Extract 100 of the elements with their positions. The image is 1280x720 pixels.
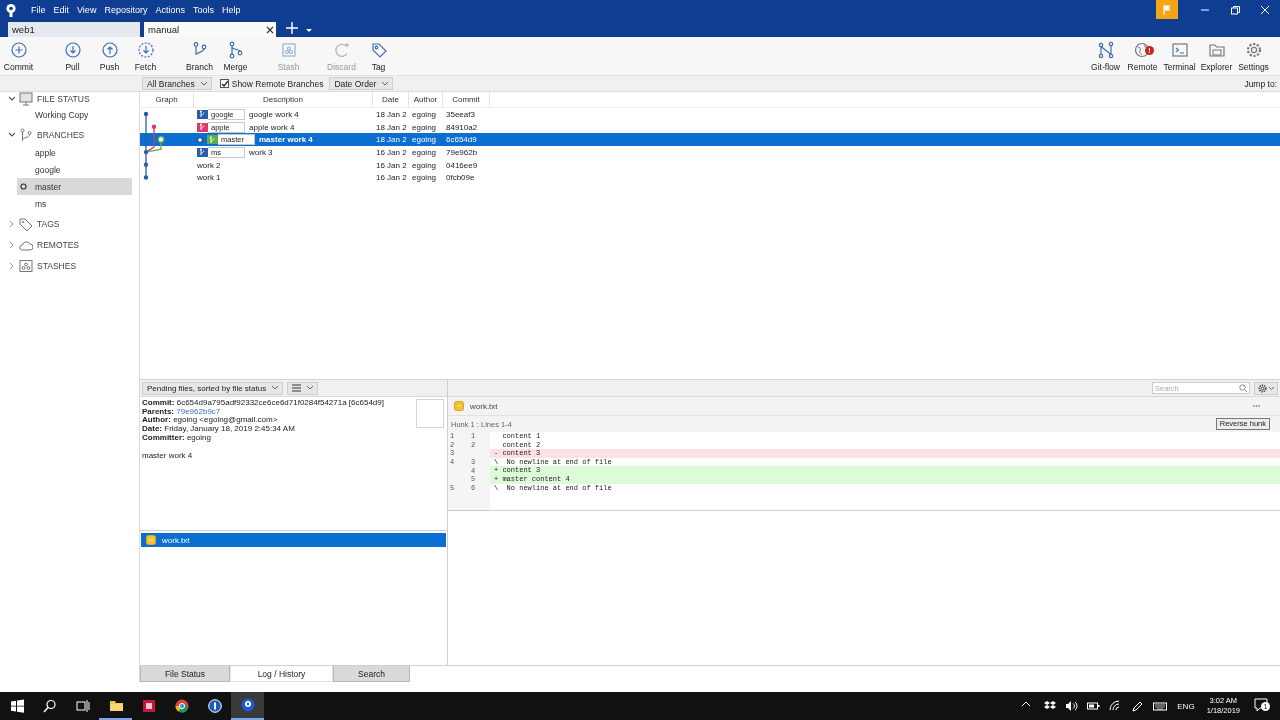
sort-order-dropdown[interactable]: Date Order bbox=[329, 77, 394, 90]
branch-filter-dropdown[interactable]: All Branches bbox=[142, 77, 212, 90]
flag-icon bbox=[1161, 3, 1173, 16]
menu-item[interactable]: Help bbox=[217, 4, 245, 15]
volume-icon[interactable] bbox=[1065, 700, 1080, 712]
author-cell-text: egoing bbox=[411, 122, 438, 132]
toolbar-button[interactable]: Commit bbox=[0, 40, 37, 72]
sidebar-section-header[interactable]: BRANCHES bbox=[37, 130, 85, 140]
toolbar-button[interactable]: Branch bbox=[181, 40, 218, 72]
close-icon[interactable] bbox=[266, 25, 274, 34]
toolbar-button[interactable]: Tag bbox=[360, 40, 397, 72]
view-mode-dropdown[interactable] bbox=[287, 381, 319, 395]
chevron-right-icon[interactable] bbox=[7, 220, 15, 228]
column-header[interactable]: Description bbox=[194, 92, 373, 107]
cloud-icon bbox=[19, 238, 33, 252]
settings-dropdown[interactable] bbox=[1254, 381, 1278, 395]
commit-row[interactable]: work 1 16 Jan 2 egoing 0fcb09e bbox=[140, 171, 1280, 185]
column-header[interactable]: Graph bbox=[140, 92, 194, 107]
menu-item[interactable]: Tools bbox=[188, 4, 218, 15]
input-language-indicator[interactable]: ENG bbox=[1177, 701, 1195, 711]
toolbar-button[interactable]: Settings bbox=[1235, 40, 1272, 72]
sidebar-item[interactable]: ms bbox=[17, 195, 132, 212]
commit-hash-cell-text: 0416ee9 bbox=[445, 160, 479, 170]
undo-arrow-icon bbox=[332, 40, 351, 59]
sidebar-item[interactable]: apple bbox=[17, 144, 132, 161]
arrow-down-circle-icon bbox=[63, 40, 82, 59]
sidebar-section-header[interactable]: FILE STATUS bbox=[37, 94, 90, 104]
view-tab[interactable]: Search bbox=[333, 666, 410, 682]
commit-graph-drawing bbox=[143, 111, 165, 181]
commit-info-line: Committer: egoing bbox=[142, 433, 211, 443]
password-manager-icon[interactable] bbox=[207, 699, 222, 713]
jump-to-label: Jump to: bbox=[1244, 78, 1277, 89]
list-icon bbox=[292, 384, 302, 392]
caret-icon[interactable] bbox=[306, 29, 312, 32]
keyboard-icon[interactable] bbox=[1153, 700, 1168, 712]
commit-hash-cell-text: 0fcb09e bbox=[445, 173, 476, 183]
tag-icon bbox=[19, 217, 33, 231]
notification-icon[interactable] bbox=[1254, 698, 1268, 712]
column-header[interactable]: Commit bbox=[443, 92, 490, 107]
commit-hash-cell-text: 79e962b bbox=[445, 147, 479, 157]
toolbar-button[interactable]: Push bbox=[91, 40, 128, 72]
search-icon[interactable] bbox=[42, 699, 57, 713]
chevron-down-icon[interactable] bbox=[7, 95, 15, 103]
menu-item[interactable]: Actions bbox=[151, 4, 189, 15]
menu-item[interactable]: Repository bbox=[100, 4, 152, 15]
toolbar-button[interactable]: Terminal bbox=[1161, 40, 1198, 72]
sidebar-item[interactable]: master bbox=[17, 178, 132, 195]
column-header[interactable]: Date bbox=[373, 92, 409, 107]
commit-description: google work 4 bbox=[249, 109, 299, 119]
chevron-down-icon[interactable] bbox=[7, 131, 15, 139]
start-icon[interactable] bbox=[9, 699, 24, 713]
toolbar-button[interactable]: Pull bbox=[54, 40, 91, 72]
repo-tab[interactable]: web1 bbox=[8, 22, 140, 37]
restore-icon[interactable] bbox=[1230, 4, 1240, 15]
dropbox-icon[interactable] bbox=[1043, 700, 1058, 712]
commit-info-line: Date: Friday, January 18, 2019 2:45:34 AM bbox=[142, 425, 296, 434]
commit-info-line: Commit: 6c654d9a795adf92332ce6ce6d71f0284f54271a [6c654d9] bbox=[142, 399, 385, 408]
caret-icon bbox=[307, 386, 314, 390]
commit-info-line: Parents: 79e962b9c7 bbox=[142, 407, 222, 417]
commit-description: work 3 bbox=[249, 147, 273, 157]
add-icon[interactable] bbox=[286, 22, 298, 34]
menu-item[interactable]: Edit bbox=[49, 4, 74, 15]
app-square-icon[interactable] bbox=[141, 699, 156, 713]
sidebar-section-header[interactable]: TAGS bbox=[37, 219, 60, 229]
caret-icon bbox=[382, 81, 389, 86]
column-header[interactable]: Author bbox=[409, 92, 443, 107]
file-sort-dropdown[interactable]: Pending files, sorted by file status bbox=[142, 381, 284, 395]
browser-icon[interactable] bbox=[174, 699, 189, 713]
terminal-icon bbox=[1170, 40, 1189, 59]
parent-commit-link[interactable]: 79e962b9c7 bbox=[176, 406, 221, 416]
chevron-right-icon[interactable] bbox=[7, 262, 15, 270]
app-logo-icon[interactable] bbox=[240, 698, 255, 712]
toolbar-button[interactable]: Fetch bbox=[127, 40, 164, 72]
monitor-icon bbox=[19, 92, 33, 106]
sidebar-item[interactable]: google bbox=[17, 161, 132, 178]
commit-row[interactable]: work 2 16 Jan 2 egoing 0416ee9 bbox=[140, 158, 1280, 172]
commit-message: master work 4 bbox=[142, 451, 194, 461]
sidebar-section-header[interactable]: REMOTES bbox=[37, 240, 80, 250]
commit-description: work 1 bbox=[197, 173, 221, 183]
repo-tab[interactable]: manual bbox=[144, 22, 276, 37]
toolbar-button[interactable]: Explorer bbox=[1198, 40, 1235, 72]
task-view-icon[interactable] bbox=[75, 699, 90, 713]
changed-file-item[interactable]: work.txt bbox=[141, 533, 446, 547]
toolbar-button[interactable]: Git-flow bbox=[1087, 40, 1124, 72]
date-cell-text: 18 Jan 2 bbox=[375, 135, 408, 145]
sidebar-section-header[interactable]: STASHES bbox=[37, 261, 77, 271]
chevron-right-icon[interactable] bbox=[7, 241, 15, 249]
date-cell-text: 16 Jan 2 bbox=[375, 147, 408, 157]
battery-icon[interactable] bbox=[1087, 700, 1102, 712]
sidebar-item[interactable]: Working Copy bbox=[17, 106, 132, 123]
commit-description: master work 4 bbox=[259, 135, 313, 145]
menu-item[interactable]: File bbox=[27, 4, 50, 15]
remote-branches-checkbox[interactable]: Show Remote Branches bbox=[219, 78, 324, 89]
toolbar-button[interactable]: Merge bbox=[217, 40, 254, 72]
view-tab[interactable]: Log / History bbox=[230, 666, 333, 682]
caret-icon bbox=[200, 81, 207, 86]
dashed-arrow-down-icon bbox=[136, 40, 155, 59]
folder-icon[interactable] bbox=[108, 698, 123, 712]
view-tab[interactable]: File Status bbox=[140, 666, 230, 682]
menu-item[interactable]: View bbox=[73, 4, 101, 15]
